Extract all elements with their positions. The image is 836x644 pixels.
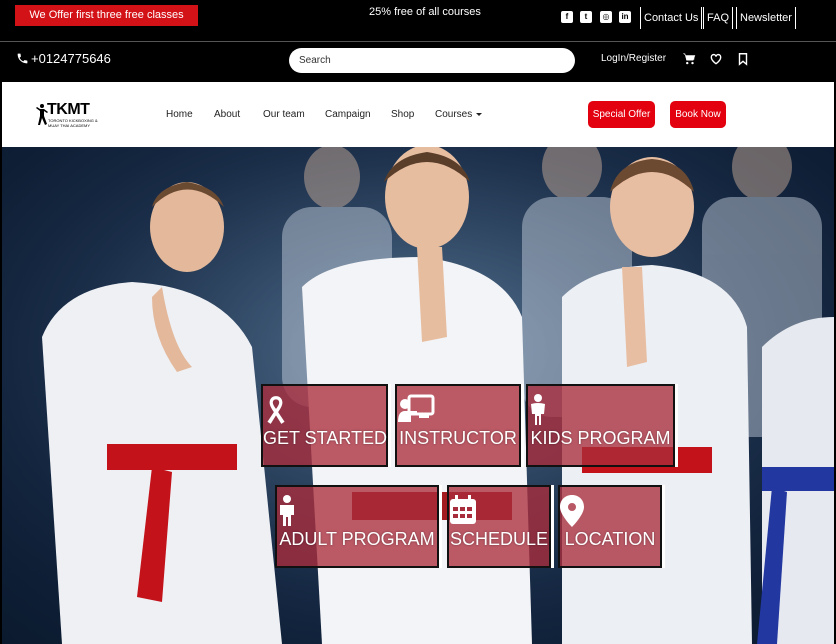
ribbon-icon: [267, 396, 285, 424]
get-started-label: GET STARTED: [263, 428, 388, 448]
top-bar: We Offer first three free classes 25% fr…: [0, 0, 836, 42]
discount-text: 25% free of all courses: [369, 6, 481, 18]
instructor-icon: [398, 394, 435, 422]
phone-icon: [17, 53, 28, 64]
special-offer-button[interactable]: Special Offer: [588, 101, 655, 128]
chevron-down-icon: [476, 112, 483, 116]
contact-search-bar: +0124775646 LogIn/Register: [0, 43, 836, 81]
nav-courses-dropdown[interactable]: Courses: [435, 109, 483, 120]
person-icon: [280, 495, 294, 526]
logo-text: TKMT: [47, 101, 90, 118]
schedule-label: SCHEDULE: [449, 529, 549, 549]
location-tile[interactable]: LOCATION: [558, 485, 662, 568]
nav-about[interactable]: About: [214, 109, 240, 120]
search-input[interactable]: [289, 48, 575, 73]
adult-program-tile[interactable]: ADULT PROGRAM: [275, 485, 439, 568]
get-started-tile[interactable]: GET STARTED: [261, 384, 388, 467]
location-label: LOCATION: [564, 529, 656, 549]
book-now-button[interactable]: Book Now: [670, 101, 726, 128]
tkmt-logo[interactable]: TKMT TORONTO KICKBOXING & MUAY THAI ACAD…: [35, 101, 99, 129]
logo-subtitle: TORONTO KICKBOXING & MUAY THAI ACADEMY: [48, 118, 98, 128]
contact-us-link[interactable]: Contact Us: [640, 7, 703, 29]
nav-campaign[interactable]: Campaign: [325, 109, 371, 120]
location-pin-icon: [560, 495, 584, 527]
main-navbar: TKMT TORONTO KICKBOXING & MUAY THAI ACAD…: [2, 82, 834, 147]
faq-link[interactable]: FAQ: [703, 7, 734, 29]
nav-home[interactable]: Home: [166, 109, 193, 120]
cart-icon[interactable]: [682, 52, 696, 66]
heart-icon[interactable]: [709, 52, 723, 66]
instructor-label: INSTRUCTOR: [399, 428, 517, 448]
calendar-icon: [450, 495, 476, 524]
kids-program-label: KIDS PROGRAM: [530, 428, 671, 448]
schedule-tile[interactable]: SCHEDULE: [447, 485, 551, 568]
child-icon: [531, 394, 545, 425]
bookmark-icon[interactable]: [736, 52, 750, 66]
instructor-tile[interactable]: INSTRUCTOR: [395, 384, 521, 467]
instagram-icon[interactable]: ◎: [600, 11, 612, 23]
kids-program-tile[interactable]: KIDS PROGRAM: [526, 384, 675, 467]
free-classes-button[interactable]: We Offer first three free classes: [15, 5, 198, 26]
twitter-icon[interactable]: t: [580, 11, 592, 23]
hero-banner: GET STARTED INSTRUCTOR KIDS PROGRAM ADUL…: [2, 147, 834, 644]
phone-number[interactable]: +0124775646: [16, 51, 111, 66]
nav-shop[interactable]: Shop: [391, 109, 414, 120]
facebook-icon[interactable]: f: [561, 11, 573, 23]
linkedin-icon[interactable]: in: [619, 11, 631, 23]
nav-our-team[interactable]: Our team: [263, 109, 305, 120]
newsletter-link[interactable]: Newsletter: [736, 7, 796, 29]
login-register-link[interactable]: LogIn/Register: [601, 53, 666, 64]
adult-program-label: ADULT PROGRAM: [279, 529, 435, 549]
phone-number-text: +0124775646: [31, 51, 111, 66]
nav-courses-label: Courses: [435, 109, 473, 120]
page: We Offer first three free classes 25% fr…: [0, 0, 836, 644]
